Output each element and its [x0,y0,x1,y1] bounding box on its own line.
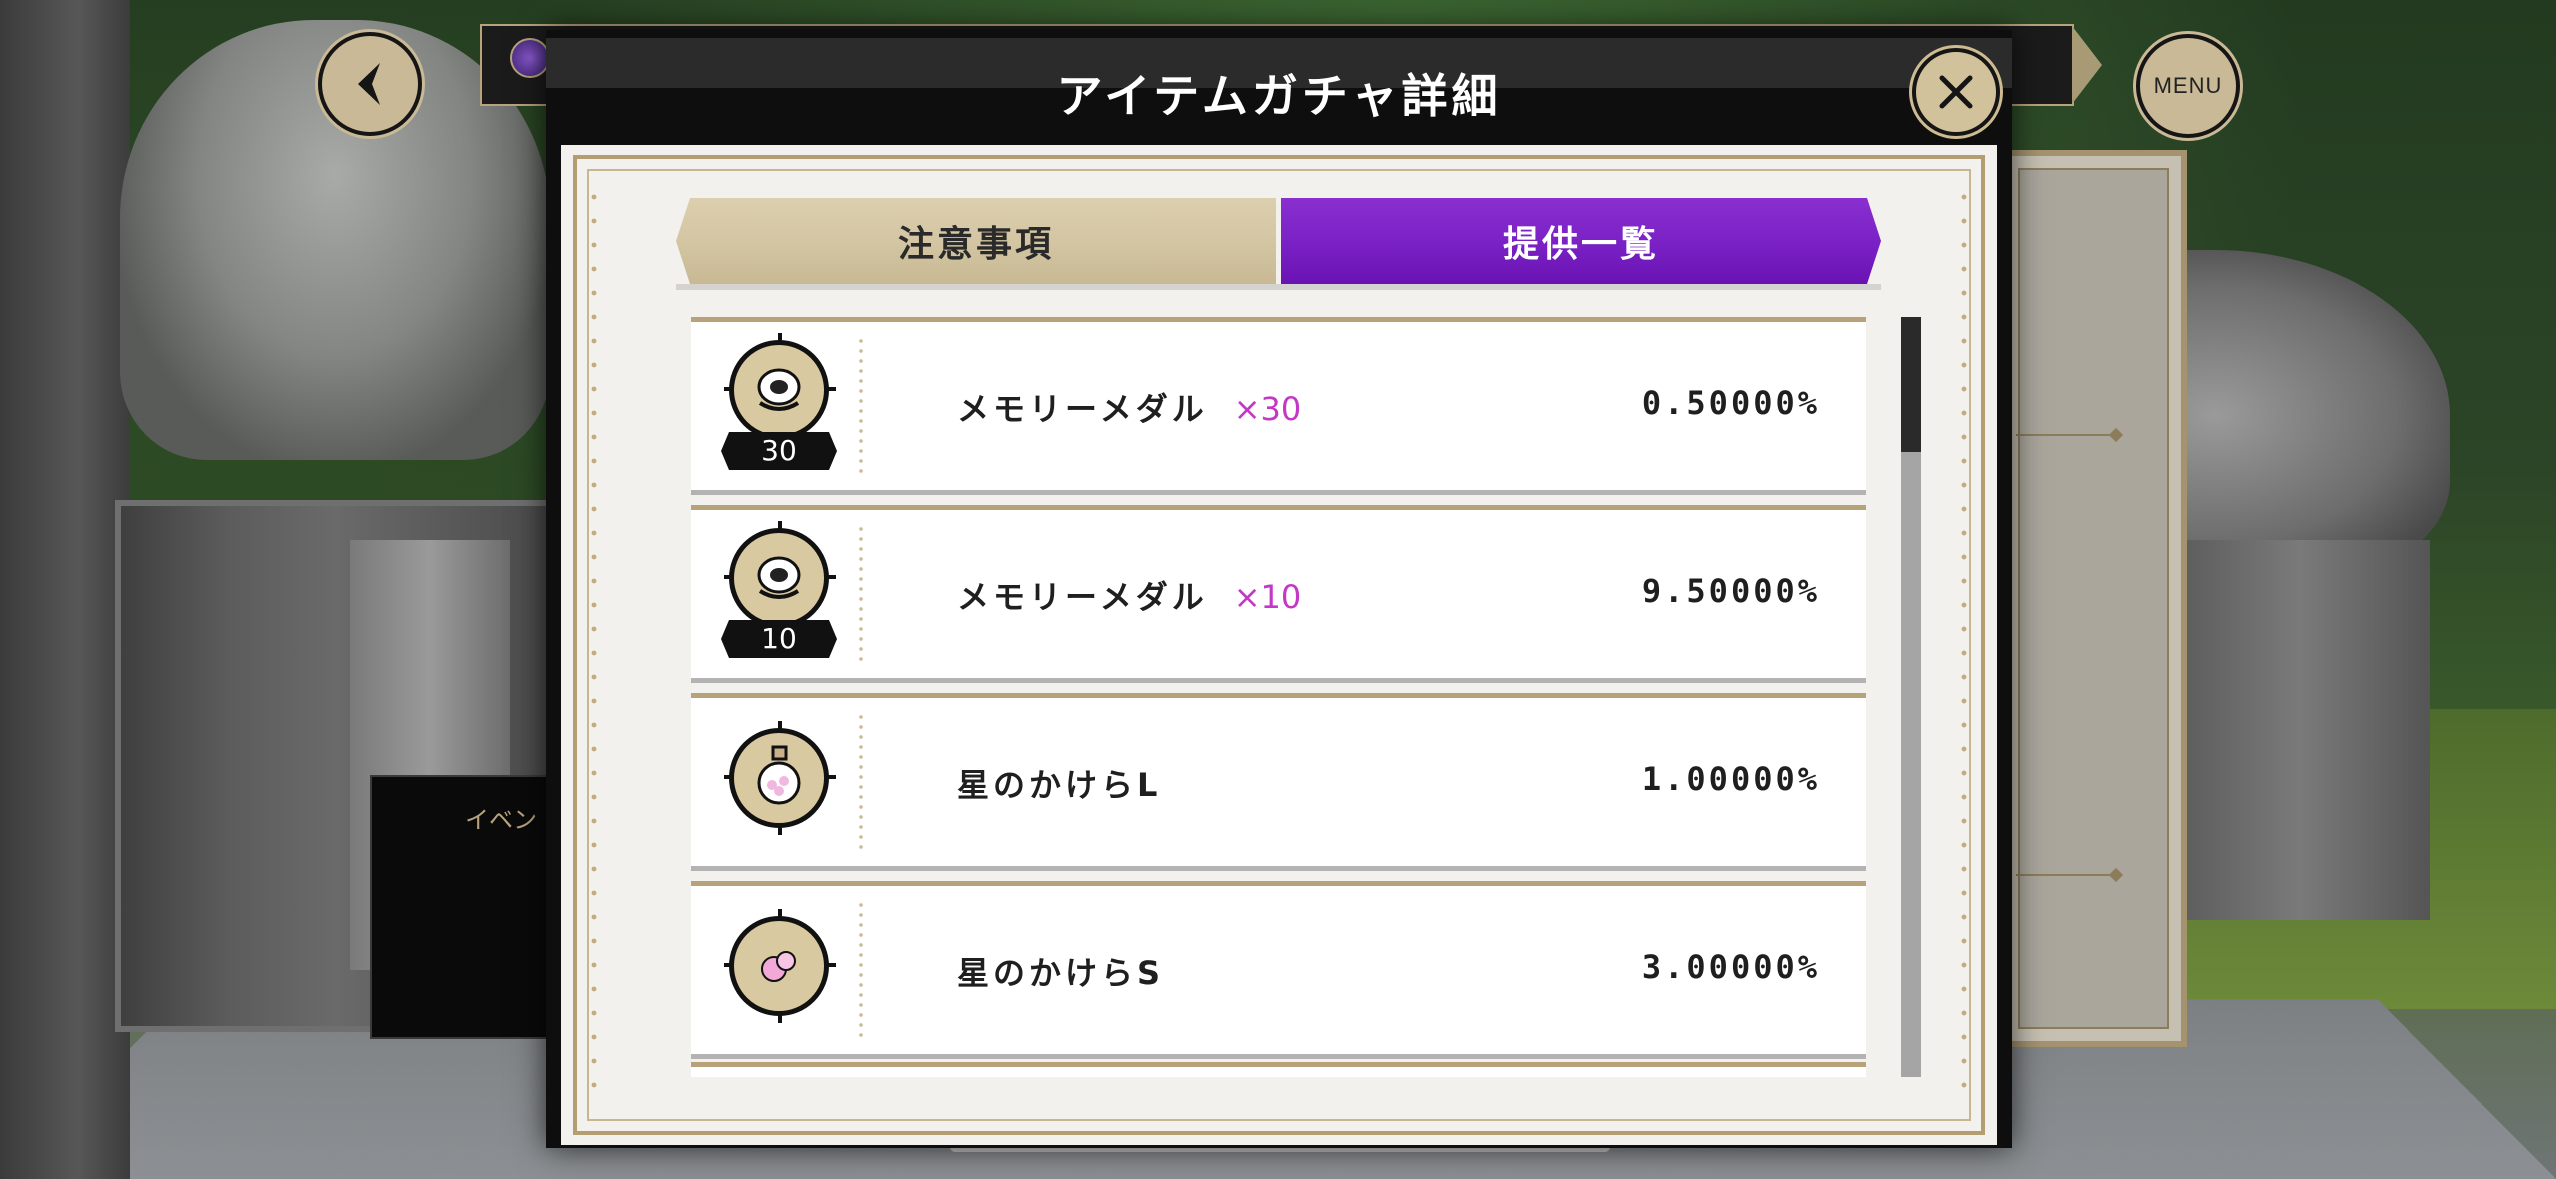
tab-shadow [676,284,1881,290]
item-rate: 9.50000% [1641,572,1820,610]
star-fragment-bottle-icon [721,708,837,858]
side-divider [2016,434,2116,436]
tab-notes[interactable]: 注意事項 [676,198,1276,284]
tab-item-list[interactable]: 提供一覧 [1281,198,1881,284]
modal-header: アイテムガチャ詳細 [546,30,2012,145]
menu-label: MENU [2153,73,2223,98]
gem-icon [510,38,550,78]
list-item: 星のかけらL 1.00000% [691,693,1866,871]
item-name: メモリーメダル ×30 [957,390,1302,428]
item-quantity: ×30 [1233,390,1302,428]
side-panel [2000,150,2187,1047]
gacha-detail-modal: アイテムガチャ詳細 注意事項 提供一覧 30 メモリーメダル ×30 0.500… [546,30,2012,1148]
dotted-border-left [591,185,597,1105]
back-arrow-icon [358,63,380,105]
item-name: 星のかけらL [957,766,1162,804]
pedestal-right [2170,540,2430,920]
tab-item-list-label: 提供一覧 [1502,224,1659,265]
item-rate: 0.50000% [1641,384,1820,422]
memory-medal-icon: 30 [721,332,837,482]
list-item: 10 メモリーメダル ×10 9.50000% [691,505,1866,683]
list-item-partial [691,1062,1866,1077]
star-fragment-small-icon [721,896,837,1046]
memory-medal-icon: 10 [721,520,837,670]
tree-trunk [0,0,130,1179]
quantity-badge: 30 [721,432,837,470]
modal-title: アイテムガチャ詳細 [1056,69,1502,123]
list-item: 30 メモリーメダル ×30 0.50000% [691,317,1866,495]
modal-body: 注意事項 提供一覧 30 メモリーメダル ×30 0.50000% 10 メモリ… [561,145,1997,1145]
item-list[interactable]: 30 メモリーメダル ×30 0.50000% 10 メモリーメダル ×10 9… [691,317,1866,1077]
dotted-border-right [1961,185,1967,1105]
item-quantity: ×10 [1233,578,1302,616]
scrollbar-thumb[interactable] [1901,317,1921,452]
side-divider [2016,874,2116,876]
quantity-badge: 10 [721,620,837,658]
event-label: イベン [465,806,537,834]
item-name: 星のかけらS [957,954,1165,992]
item-rate: 1.00000% [1641,760,1820,798]
list-item: 星のかけらS 3.00000% [691,881,1866,1059]
close-icon [1939,75,1973,109]
back-button[interactable] [318,32,422,136]
item-rate: 3.00000% [1641,948,1820,986]
item-name: メモリーメダル ×10 [957,578,1302,616]
scrollbar[interactable] [1901,317,1921,1077]
tab-notes-label: 注意事項 [897,224,1054,265]
close-button[interactable] [1912,48,2000,136]
menu-button[interactable]: MENU [2136,34,2240,138]
